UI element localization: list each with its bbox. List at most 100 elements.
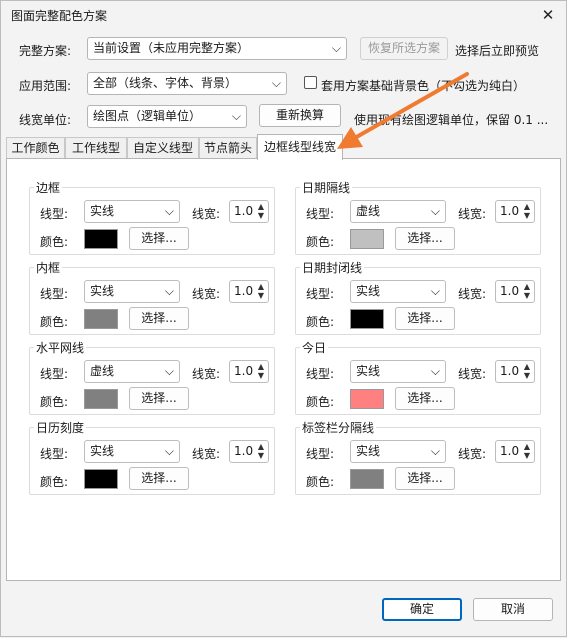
line-width-spinner[interactable]: 1.0 ▲ ▼ — [229, 200, 269, 223]
choose-color-button[interactable]: 选择... — [129, 227, 189, 250]
line-width-value: 1.0 — [234, 284, 254, 298]
spinner-arrows-icon[interactable]: ▲ ▼ — [522, 202, 532, 220]
line-width-spinner[interactable]: 1.0 ▲ ▼ — [229, 440, 269, 463]
line-type-select[interactable]: 实线 ⌵ — [350, 280, 446, 303]
line-type-value: 虚线 — [90, 364, 115, 378]
color-label: 颜色: — [306, 315, 335, 329]
line-type-select[interactable]: 实线 ⌵ — [350, 440, 446, 463]
group-box: 今日 线型: 实线 ⌵ 线宽: 1.0 ▲ ▼ 颜色: 选择... — [295, 339, 541, 415]
line-type-select[interactable]: 实线 ⌵ — [84, 280, 180, 303]
color-label: 颜色: — [306, 395, 335, 409]
group-box: 边框 线型: 实线 ⌵ 线宽: 1.0 ▲ ▼ 颜色: 选择... — [29, 179, 275, 255]
tab-work-linetypes[interactable]: 工作线型 — [65, 137, 127, 159]
choose-color-button[interactable]: 选择... — [395, 227, 455, 250]
choose-color-button[interactable]: 选择... — [395, 307, 455, 330]
color-swatch — [84, 309, 118, 329]
chevron-down-icon: ⌵ — [164, 444, 174, 458]
color-label: 颜色: — [40, 315, 69, 329]
chevron-down-icon: ⌵ — [164, 204, 174, 218]
choose-color-button[interactable]: 选择... — [129, 387, 189, 410]
line-width-spinner[interactable]: 1.0 ▲ ▼ — [495, 440, 535, 463]
unit-select[interactable]: 绘图点（逻辑单位） ⌵ — [87, 105, 247, 128]
line-type-select[interactable]: 虚线 ⌵ — [84, 360, 180, 383]
line-width-label: 线宽: — [192, 447, 221, 461]
line-type-select[interactable]: 实线 ⌵ — [350, 360, 446, 383]
spinner-arrows-icon[interactable]: ▲ ▼ — [522, 442, 532, 460]
choose-color-button[interactable]: 选择... — [395, 467, 455, 490]
line-type-label: 线型: — [306, 287, 335, 301]
spinner-arrows-icon[interactable]: ▲ ▼ — [256, 202, 266, 220]
color-swatch — [350, 309, 384, 329]
choose-color-button[interactable]: 选择... — [129, 307, 189, 330]
spinner-arrows-icon[interactable]: ▲ ▼ — [522, 282, 532, 300]
line-width-label: 线宽: — [192, 207, 221, 221]
group-title: 日历刻度 — [34, 419, 87, 436]
range-select[interactable]: 全部（线条、字体、背景） ⌵ — [87, 72, 287, 95]
line-type-value: 实线 — [356, 444, 381, 458]
scheme-select[interactable]: 当前设置（未应用完整方案） ⌵ — [87, 37, 347, 60]
line-width-value: 1.0 — [500, 284, 520, 298]
line-type-label: 线型: — [40, 287, 69, 301]
line-width-label: 线宽: — [192, 287, 221, 301]
tab-custom-linetypes[interactable]: 自定义线型 — [127, 137, 199, 159]
ok-button[interactable]: 确定 — [382, 598, 462, 621]
scheme-select-value: 当前设置（未应用完整方案） — [93, 41, 250, 55]
line-width-spinner[interactable]: 1.0 ▲ ▼ — [495, 200, 535, 223]
line-type-select[interactable]: 实线 ⌵ — [84, 200, 180, 223]
close-icon[interactable]: ✕ — [538, 5, 558, 25]
bg-color-checkbox[interactable] — [304, 76, 317, 89]
line-width-value: 1.0 — [500, 364, 520, 378]
line-width-value: 1.0 — [234, 204, 254, 218]
color-label: 颜色: — [40, 475, 69, 489]
tab-work-colors[interactable]: 工作颜色 — [6, 137, 65, 159]
line-type-value: 实线 — [356, 364, 381, 378]
line-width-label: 线宽: — [458, 287, 487, 301]
chevron-down-icon: ⌵ — [430, 284, 440, 298]
line-type-value: 实线 — [90, 204, 115, 218]
spinner-arrows-icon[interactable]: ▲ ▼ — [256, 362, 266, 380]
chevron-down-icon: ⌵ — [271, 76, 281, 90]
line-width-value: 1.0 — [500, 444, 520, 458]
line-type-label: 线型: — [40, 367, 69, 381]
line-type-label: 线型: — [306, 207, 335, 221]
group-box: 日历刻度线型: 实线 ⌵ 线宽: 1.0 ▲ ▼ 颜色: 选择... — [29, 419, 275, 495]
spinner-arrows-icon[interactable]: ▲ ▼ — [256, 282, 266, 300]
spinner-arrows-icon[interactable]: ▲ ▼ — [522, 362, 532, 380]
line-width-value: 1.0 — [234, 364, 254, 378]
line-width-spinner[interactable]: 1.0 ▲ ▼ — [229, 360, 269, 383]
line-width-spinner[interactable]: 1.0 ▲ ▼ — [229, 280, 269, 303]
tab-node-arrows[interactable]: 节点箭头 — [199, 137, 257, 159]
group-box: 内框 线型: 实线 ⌵ 线宽: 1.0 ▲ ▼ 颜色: 选择... — [29, 259, 275, 335]
tab-border-linetype-width[interactable]: 边框线型线宽 — [257, 134, 343, 160]
unit-label: 线宽单位: — [19, 113, 72, 127]
range-label: 应用范围: — [19, 79, 72, 93]
line-type-value: 虚线 — [356, 204, 381, 218]
line-type-select[interactable]: 实线 ⌵ — [84, 440, 180, 463]
preview-hint: 选择后立即预览 — [455, 44, 540, 58]
line-width-label: 线宽: — [458, 207, 487, 221]
recalc-button[interactable]: 重新换算 — [259, 104, 341, 127]
line-width-spinner[interactable]: 1.0 ▲ ▼ — [495, 360, 535, 383]
bg-color-checkbox-label: 套用方案基础背景色（不勾选为纯白） — [321, 79, 526, 93]
line-type-value: 实线 — [90, 284, 115, 298]
cancel-button[interactable]: 取消 — [473, 598, 553, 621]
line-type-value: 实线 — [356, 284, 381, 298]
line-width-spinner[interactable]: 1.0 ▲ ▼ — [495, 280, 535, 303]
restore-scheme-button[interactable]: 恢复所选方案 — [360, 37, 448, 60]
group-title: 水平网线 — [34, 339, 87, 356]
color-label: 颜色: — [306, 475, 335, 489]
choose-color-button[interactable]: 选择... — [395, 387, 455, 410]
line-type-label: 线型: — [306, 367, 335, 381]
chevron-down-icon: ⌵ — [164, 284, 174, 298]
color-swatch — [350, 229, 384, 249]
spinner-arrows-icon[interactable]: ▲ ▼ — [256, 442, 266, 460]
line-type-select[interactable]: 虚线 ⌵ — [350, 200, 446, 223]
title-bar: 图面完整配色方案 ✕ — [1, 1, 566, 29]
choose-color-button[interactable]: 选择... — [129, 467, 189, 490]
line-type-label: 线型: — [40, 447, 69, 461]
group-box: 日期封闭线 线型: 实线 ⌵ 线宽: 1.0 ▲ ▼ 颜色: 选择... — [295, 259, 541, 335]
scheme-label: 完整方案: — [19, 44, 72, 58]
color-label: 颜色: — [40, 235, 69, 249]
group-box: 标签栏分隔线 线型: 实线 ⌵ 线宽: 1.0 ▲ ▼ 颜色: 选择... — [295, 419, 541, 495]
color-swatch — [350, 469, 384, 489]
